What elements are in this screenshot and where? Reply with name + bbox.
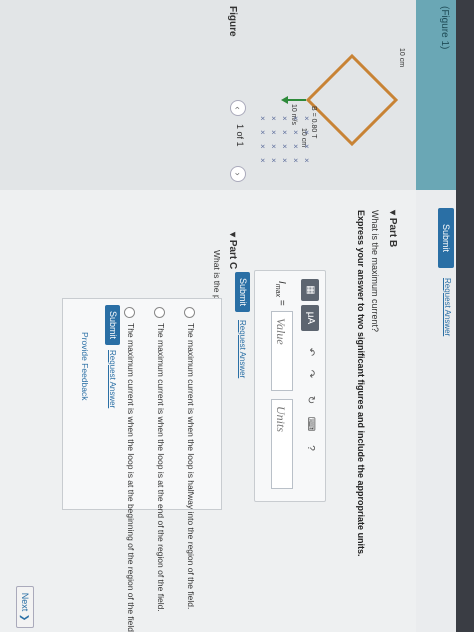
option-radio-3[interactable]: [124, 307, 135, 318]
field-mark: ×: [269, 130, 278, 135]
part-b-title: Part B: [387, 217, 398, 248]
redo-icon[interactable]: ↷: [301, 367, 319, 381]
velocity-label: 10 m/s: [290, 104, 297, 126]
part-a-request-answer-link[interactable]: Request Answer: [443, 278, 452, 336]
answer-box: ▦ μA ↶ ↷ ↻ ⌨ ? Imax = Value Units: [254, 270, 326, 502]
part-c-request-answer-link[interactable]: Request Answer: [108, 350, 117, 408]
part-a-submit-button[interactable]: Submit: [438, 208, 454, 268]
field-mark: ×: [280, 116, 289, 121]
field-mark: ×: [280, 144, 289, 149]
units-input[interactable]: Units: [271, 399, 293, 489]
square-loop: [305, 53, 399, 147]
part-b-question: What is the maximum current?: [370, 210, 380, 333]
imax-label: Imax =: [274, 281, 287, 306]
top-bar: [456, 0, 474, 632]
option-radio-1[interactable]: [184, 307, 195, 318]
field-mark: ×: [258, 130, 267, 135]
reset-icon[interactable]: ↻: [301, 393, 319, 407]
velocity-arrowhead: [281, 96, 288, 104]
loop-side-label-top: 10 cm: [398, 48, 405, 67]
field-mark: ×: [280, 158, 289, 163]
field-mark: ×: [280, 130, 289, 135]
figure-title: Figure: [227, 6, 238, 37]
units-button[interactable]: μA: [301, 305, 319, 331]
field-mark: ×: [291, 130, 300, 135]
field-mark: ×: [302, 144, 311, 149]
field-mark: ×: [269, 158, 278, 163]
field-mark: ×: [258, 158, 267, 163]
figure-diagram: 10 cm 10 cm 10 m/s B = 0.80 T ××××××××××…: [258, 48, 405, 163]
field-mark: ×: [258, 116, 267, 121]
option-text-1[interactable]: The maximum current is when the loop is …: [186, 323, 196, 609]
field-mark: ×: [258, 144, 267, 149]
field-mark: ×: [269, 144, 278, 149]
part-b-request-answer-link[interactable]: Request Answer: [238, 320, 247, 378]
part-b-instruction: Express your answer to two significant f…: [356, 210, 366, 557]
figure-link[interactable]: (Figure 1): [439, 6, 450, 49]
figure-strip: [416, 0, 456, 190]
field-label: B = 0.80 T: [310, 106, 317, 139]
option-text-3[interactable]: The maximum current is when the loop is …: [126, 323, 136, 632]
part-b-header: ▾ Part B: [387, 210, 398, 248]
part-c-title: Part C: [227, 239, 238, 270]
matrix-templates-icon[interactable]: ▦: [301, 279, 319, 301]
field-mark: ×: [291, 158, 300, 163]
field-mark: ×: [269, 116, 278, 121]
part-c-submit-button[interactable]: Submit: [105, 305, 120, 345]
help-button[interactable]: ?: [301, 441, 319, 455]
provide-feedback-link[interactable]: Provide Feedback: [80, 332, 90, 401]
part-b-submit-button[interactable]: Submit: [235, 272, 250, 312]
part-c-header: ▾ Part C: [227, 232, 238, 270]
field-mark: ×: [291, 144, 300, 149]
field-mark: ×: [302, 130, 311, 135]
field-mark: ×: [302, 158, 311, 163]
variable-subscript: max: [274, 283, 281, 298]
field-mark: ×: [302, 116, 311, 121]
option-radio-2[interactable]: [154, 307, 165, 318]
equals-sign: =: [276, 299, 287, 306]
undo-icon[interactable]: ↶: [301, 345, 319, 359]
page-frame: (Figure 1) Submit Request Answer Figure …: [0, 0, 474, 632]
option-text-2[interactable]: The maximum current is when the loop is …: [156, 323, 166, 612]
options-box: The maximum current is when the loop is …: [62, 298, 222, 632]
field-mark: ×: [291, 116, 300, 121]
value-input[interactable]: Value: [271, 311, 293, 391]
next-button[interactable]: Next ❯: [16, 586, 34, 628]
keyboard-icon[interactable]: ⌨: [301, 415, 319, 433]
